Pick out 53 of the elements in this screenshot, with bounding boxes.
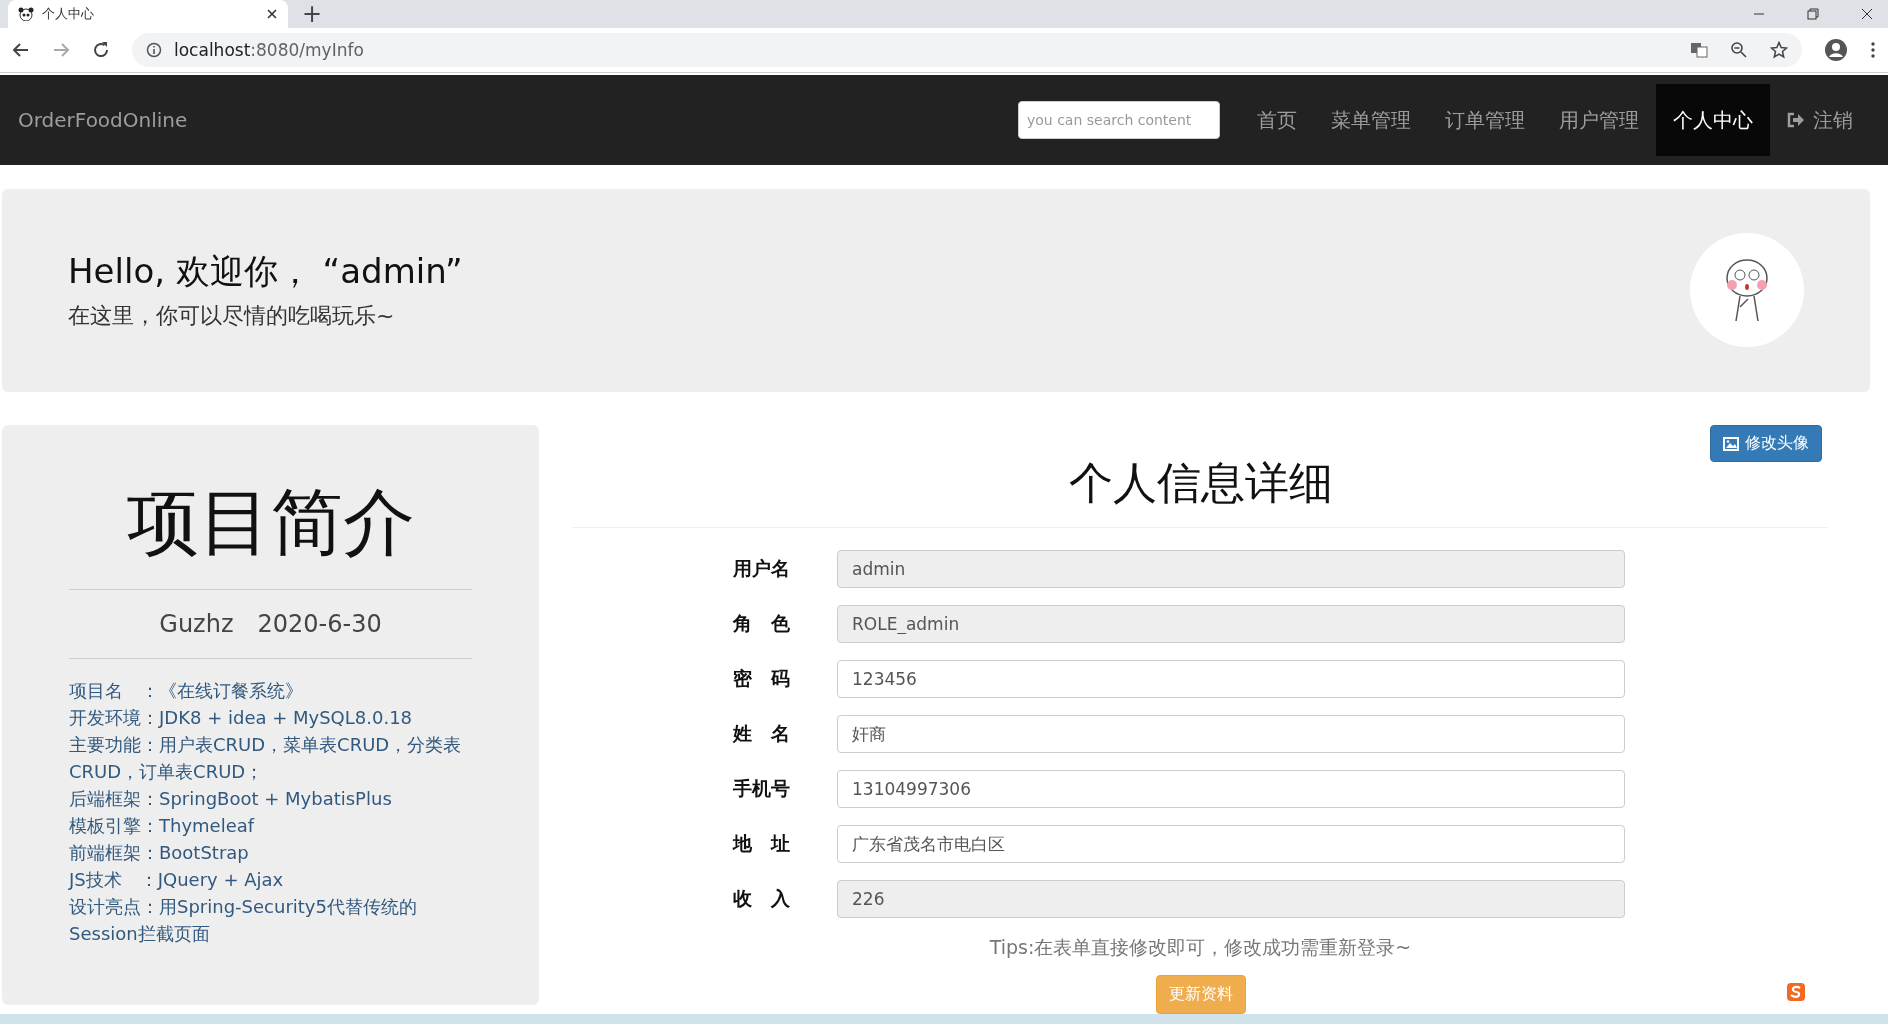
star-icon[interactable] bbox=[1770, 40, 1788, 59]
profile-title: 个人信息详细 bbox=[573, 454, 1828, 529]
info-icon bbox=[146, 41, 162, 58]
logout-link[interactable]: 注销 bbox=[1770, 83, 1870, 156]
tab-title: 个人中心 bbox=[42, 5, 95, 23]
input-field[interactable]: 123456 bbox=[837, 660, 1625, 699]
close-icon[interactable] bbox=[1860, 7, 1874, 21]
project-info-line: 项目名 ：《在线订餐系统》 bbox=[69, 679, 304, 704]
restore-icon[interactable] bbox=[1806, 7, 1820, 21]
nav-link[interactable]: 个人中心 bbox=[1656, 83, 1770, 156]
project-info-line: 设计亮点：用Spring-Security5代替传统的Session拦截页面 bbox=[69, 895, 418, 947]
reload-icon[interactable] bbox=[92, 40, 110, 59]
nav-link[interactable]: 菜单管理 bbox=[1314, 83, 1428, 156]
close-icon[interactable] bbox=[266, 8, 278, 20]
panda-icon bbox=[18, 7, 34, 21]
project-info-line: 主要功能：用户表CRUD，菜单表CRUD，分类表CRUD，订单表CRUD； bbox=[69, 733, 463, 785]
address-field[interactable]: localhost:8080/myInfo bbox=[132, 32, 1802, 67]
search-field[interactable]: you can search content bbox=[1018, 100, 1220, 139]
field-label: 姓 名 bbox=[733, 721, 791, 747]
image-icon bbox=[1723, 436, 1739, 451]
project-info-line: 开发环境：JDK8 + idea + MySQL8.0.18 bbox=[69, 706, 414, 731]
menu-icon[interactable] bbox=[1870, 40, 1876, 59]
field-label: 密 码 bbox=[733, 666, 791, 692]
field-label: 手机号 bbox=[733, 776, 791, 802]
ime-icon[interactable] bbox=[1786, 982, 1808, 1003]
field-label: 地 址 bbox=[733, 831, 791, 857]
project-title: 项目简介 bbox=[125, 479, 416, 567]
nav-link[interactable]: 用户管理 bbox=[1542, 83, 1656, 156]
banner-subtitle: 在这里，你可以尽情的吃喝玩乐~ bbox=[68, 302, 396, 331]
project-info-line: JS技术 ：JQuery + Ajax bbox=[69, 868, 285, 893]
zoom-out-icon[interactable] bbox=[1730, 40, 1748, 59]
translate-icon[interactable] bbox=[1690, 40, 1708, 59]
project-info-line: 后端框架：SpringBoot + MybatisPlus bbox=[69, 787, 393, 812]
new-tab-button[interactable]: + bbox=[288, 0, 337, 28]
nav-link[interactable]: 订单管理 bbox=[1428, 83, 1542, 156]
author-date: Guzhz 2020-6-30 bbox=[158, 609, 383, 641]
project-info-line: 前端框架：BootStrap bbox=[69, 841, 250, 866]
nav-link[interactable]: 首页 bbox=[1240, 83, 1314, 156]
input-field[interactable]: 13104997306 bbox=[837, 770, 1625, 809]
field-label: 收 入 bbox=[733, 886, 791, 912]
greeting: Hello, 欢迎你， “admin” bbox=[68, 250, 463, 294]
browser-tab[interactable]: 个人中心 bbox=[8, 0, 288, 28]
change-avatar-button[interactable]: 修改头像 bbox=[1710, 425, 1822, 463]
field-label: 角 色 bbox=[733, 611, 791, 637]
tips-text: Tips:在表单直接修改即可，修改成功需重新登录~ bbox=[988, 935, 1413, 961]
input-field[interactable]: 广东省茂名市电白区 bbox=[837, 825, 1625, 864]
logout-icon bbox=[1787, 111, 1805, 128]
field-label: 用户名 bbox=[733, 556, 791, 582]
project-info-line: 模板引擎：Thymeleaf bbox=[69, 814, 256, 839]
back-icon[interactable] bbox=[12, 40, 30, 59]
brand-link[interactable]: OrderFoodOnline bbox=[18, 107, 188, 132]
account-icon[interactable] bbox=[1824, 37, 1848, 62]
input-field[interactable]: 奸商 bbox=[837, 715, 1625, 754]
